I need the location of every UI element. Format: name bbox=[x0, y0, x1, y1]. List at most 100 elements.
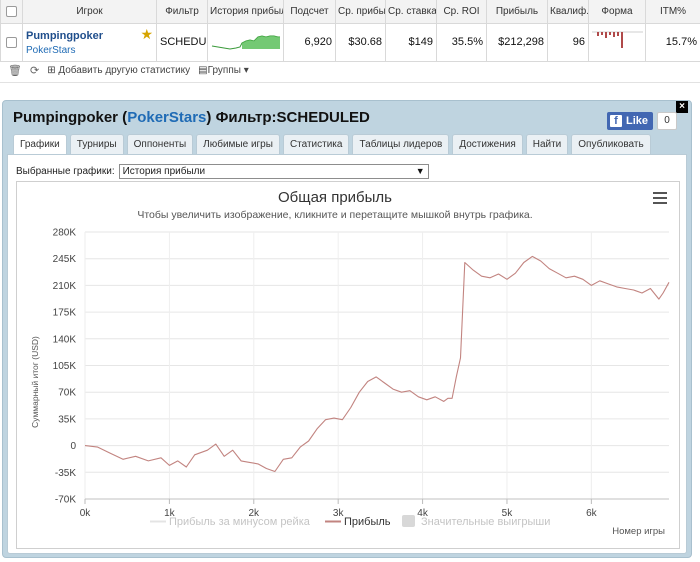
legend-item-rake-adjusted[interactable]: Прибыль за минусом рейка bbox=[150, 516, 311, 528]
legend-item-big-wins[interactable]: Значительные выигрыши bbox=[402, 515, 550, 528]
star-icon[interactable]: ★ bbox=[140, 26, 153, 43]
x-tick-label: 3k bbox=[333, 508, 345, 519]
col-header-form[interactable]: Форма bbox=[588, 0, 646, 24]
chart-select[interactable]: История прибыли ▼ bbox=[118, 164, 429, 179]
col-header-itm[interactable]: ITM% bbox=[645, 0, 700, 24]
count-cell: 6,920 bbox=[283, 22, 336, 62]
facebook-like-count: 0 bbox=[657, 112, 677, 130]
row-select-cell[interactable] bbox=[0, 22, 23, 62]
chart-select-value: История прибыли bbox=[122, 166, 206, 177]
profit-history-sparkline-cell[interactable] bbox=[207, 22, 284, 62]
panel-body: Выбранные графики: История прибыли ▼ Общ… bbox=[7, 154, 687, 554]
player-name-link[interactable]: Pumpingpoker bbox=[26, 30, 153, 42]
y-axis-ticks: -70K -35K 0 35K 70K 105K 140K 175K 210K 245K 280K bbox=[53, 228, 77, 506]
trash-icon[interactable]: 🗑 bbox=[8, 64, 22, 77]
chart-grid bbox=[84, 231, 669, 500]
tab-statistics[interactable]: Статистика bbox=[282, 134, 350, 154]
form-bar bbox=[597, 31, 599, 36]
chart-select-row: Выбранные графики: История прибыли ▼ bbox=[16, 164, 429, 179]
menu-icon-bar bbox=[653, 192, 667, 194]
col-header-ability[interactable]: Квалиф. bbox=[547, 0, 589, 24]
legend-swatch bbox=[402, 515, 415, 527]
form-bar bbox=[621, 31, 623, 48]
profit-chart-container[interactable]: Общая прибыль Чтобы увеличить изображени… bbox=[16, 181, 680, 549]
legend-label: Прибыль за минусом рейка bbox=[169, 516, 311, 528]
groups-label: Группы bbox=[207, 65, 241, 76]
tab-favourite-games[interactable]: Любимые игры bbox=[196, 134, 280, 154]
y-tick-label: 105K bbox=[53, 361, 77, 372]
groups-button[interactable]: ▤Группы ▾ bbox=[198, 65, 249, 76]
x-tick-label: 6k bbox=[586, 508, 598, 519]
select-all-checkbox[interactable] bbox=[6, 5, 17, 17]
player-site-link[interactable]: PokerStars bbox=[26, 45, 153, 56]
y-tick-label: 0 bbox=[70, 441, 76, 452]
profit-cell: $212,298 bbox=[486, 22, 548, 62]
tab-achievements[interactable]: Достижения bbox=[452, 134, 523, 154]
col-header-player[interactable]: Игрок bbox=[22, 0, 157, 24]
y-axis-label: Суммарный итог (USD) bbox=[30, 336, 40, 428]
stats-header-row: Игрок Фильтр История прибыли Подсчет Ср.… bbox=[0, 0, 700, 24]
panel-title: Pumpingpoker (PokerStars) Фильтр:SCHEDUL… bbox=[13, 109, 370, 126]
close-icon[interactable]: × bbox=[676, 101, 688, 113]
panel-title-site-link[interactable]: PokerStars bbox=[127, 109, 206, 126]
table-row[interactable]: Pumpingpoker PokerStars ★ SCHEDULED 6,92… bbox=[0, 22, 700, 62]
col-header-profit[interactable]: Прибыль bbox=[486, 0, 548, 24]
chart-select-label: Выбранные графики: bbox=[16, 166, 115, 177]
stats-table: Игрок Фильтр История прибыли Подсчет Ср.… bbox=[0, 0, 700, 62]
legend-label: Прибыль bbox=[344, 516, 391, 528]
facebook-like-button[interactable]: f Like bbox=[607, 112, 653, 130]
tab-tournaments[interactable]: Турниры bbox=[69, 134, 124, 154]
y-tick-label: -70K bbox=[55, 495, 76, 506]
groups-icon: ▤ bbox=[198, 65, 208, 76]
avg-profit-cell: $30.68 bbox=[335, 22, 386, 62]
plus-icon: ⊞ bbox=[47, 65, 56, 76]
chart-subtitle: Чтобы увеличить изображение, кликните и … bbox=[137, 209, 532, 221]
add-stats-button[interactable]: ⊞ Добавить другую статистику bbox=[47, 65, 190, 76]
tab-charts[interactable]: Графики bbox=[13, 134, 67, 155]
menu-icon[interactable] bbox=[653, 192, 667, 204]
panel-tabs: Графики Турниры Оппоненты Любимые игры С… bbox=[13, 134, 651, 155]
col-header-count[interactable]: Подсчет bbox=[283, 0, 336, 24]
y-tick-label: 70K bbox=[58, 388, 76, 399]
form-bar bbox=[617, 31, 619, 36]
tab-leaderboards[interactable]: Таблицы лидеров bbox=[352, 134, 450, 154]
facebook-like-label: Like bbox=[626, 115, 649, 127]
tab-opponents[interactable]: Оппоненты bbox=[126, 134, 194, 154]
y-tick-label: 140K bbox=[53, 334, 77, 345]
col-header-avg-stake[interactable]: Ср. ставка bbox=[385, 0, 437, 24]
col-header-profit-history[interactable]: История прибыли bbox=[207, 0, 284, 24]
player-panel: × Pumpingpoker (PokerStars) Фильтр:SCHED… bbox=[2, 100, 692, 558]
refresh-icon[interactable]: ⟳ bbox=[30, 64, 39, 77]
legend-label: Значительные выигрыши bbox=[421, 516, 550, 528]
select-all-cell[interactable] bbox=[0, 0, 23, 24]
x-tick-label: 0k bbox=[80, 508, 92, 519]
menu-icon-bar bbox=[653, 197, 667, 199]
tab-publish[interactable]: Опубликовать bbox=[571, 134, 651, 154]
form-cell bbox=[588, 22, 646, 62]
col-header-avg-roi[interactable]: Ср. ROI bbox=[436, 0, 487, 24]
series-line-profit bbox=[84, 255, 670, 473]
row-checkbox[interactable] bbox=[6, 36, 17, 48]
ability-cell: 96 bbox=[547, 22, 589, 62]
stats-toolbar: 🗑 ⟳ ⊞ Добавить другую статистику ▤Группы… bbox=[0, 59, 700, 83]
form-bar bbox=[601, 31, 603, 35]
filter-cell: SCHEDULED bbox=[156, 22, 208, 62]
chart-legend[interactable]: Прибыль за минусом рейка Прибыль Значитель… bbox=[150, 515, 550, 528]
profit-chart[interactable]: Общая прибыль Чтобы увеличить изображени… bbox=[17, 182, 679, 548]
add-stats-label: Добавить другую статистику bbox=[58, 65, 191, 76]
y-tick-label: -35K bbox=[55, 468, 76, 479]
chart-series bbox=[84, 255, 670, 473]
x-axis-label: Номер игры bbox=[612, 526, 665, 537]
chevron-down-icon: ▼ bbox=[415, 166, 425, 176]
panel-title-filter: Фильтр:SCHEDULED bbox=[215, 109, 370, 126]
col-header-filter[interactable]: Фильтр bbox=[156, 0, 208, 24]
y-tick-label: 280K bbox=[53, 228, 77, 239]
y-tick-label: 175K bbox=[53, 308, 77, 319]
col-header-avg-profit[interactable]: Ср. прибыль bbox=[335, 0, 386, 24]
avg-stake-cell: $149 bbox=[385, 22, 437, 62]
avg-roi-cell: 35.5% bbox=[436, 22, 487, 62]
profit-history-sparkline[interactable] bbox=[208, 24, 284, 58]
tab-find[interactable]: Найти bbox=[525, 134, 569, 154]
player-cell[interactable]: Pumpingpoker PokerStars ★ bbox=[22, 22, 157, 62]
form-chart bbox=[592, 31, 643, 48]
